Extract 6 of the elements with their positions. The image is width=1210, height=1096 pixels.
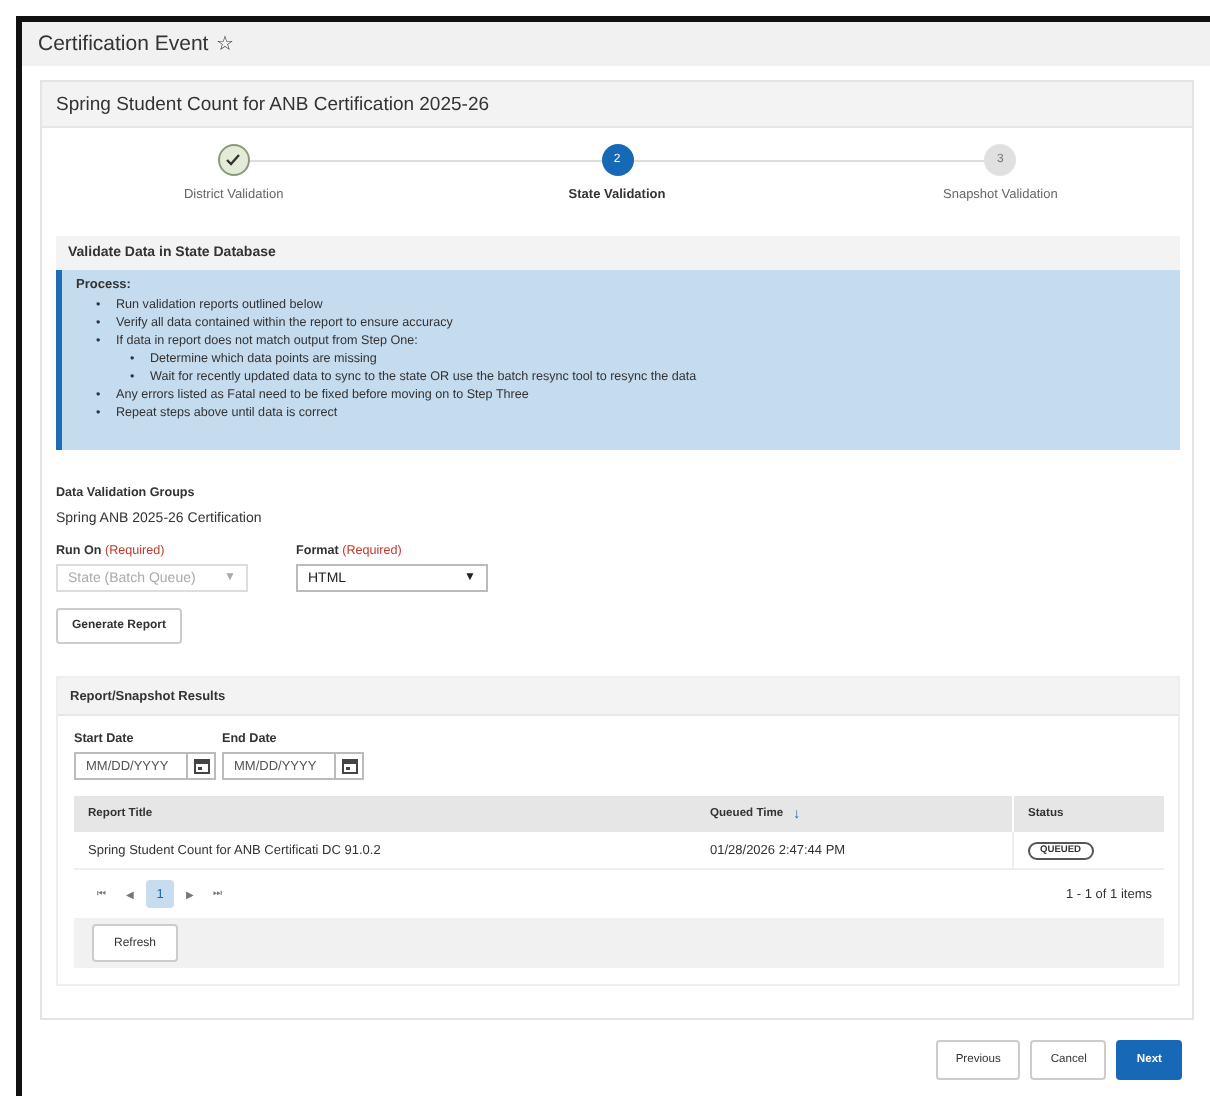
page-title: Certification Event bbox=[38, 32, 209, 56]
step-check-icon bbox=[217, 144, 250, 176]
calendar-icon[interactable] bbox=[341, 758, 357, 774]
card-title: Spring Student Count for ANB Certification 2025-26 bbox=[56, 93, 490, 115]
calendar-icon[interactable] bbox=[193, 758, 209, 774]
favorite-star-icon[interactable]: ☆ bbox=[216, 32, 235, 56]
